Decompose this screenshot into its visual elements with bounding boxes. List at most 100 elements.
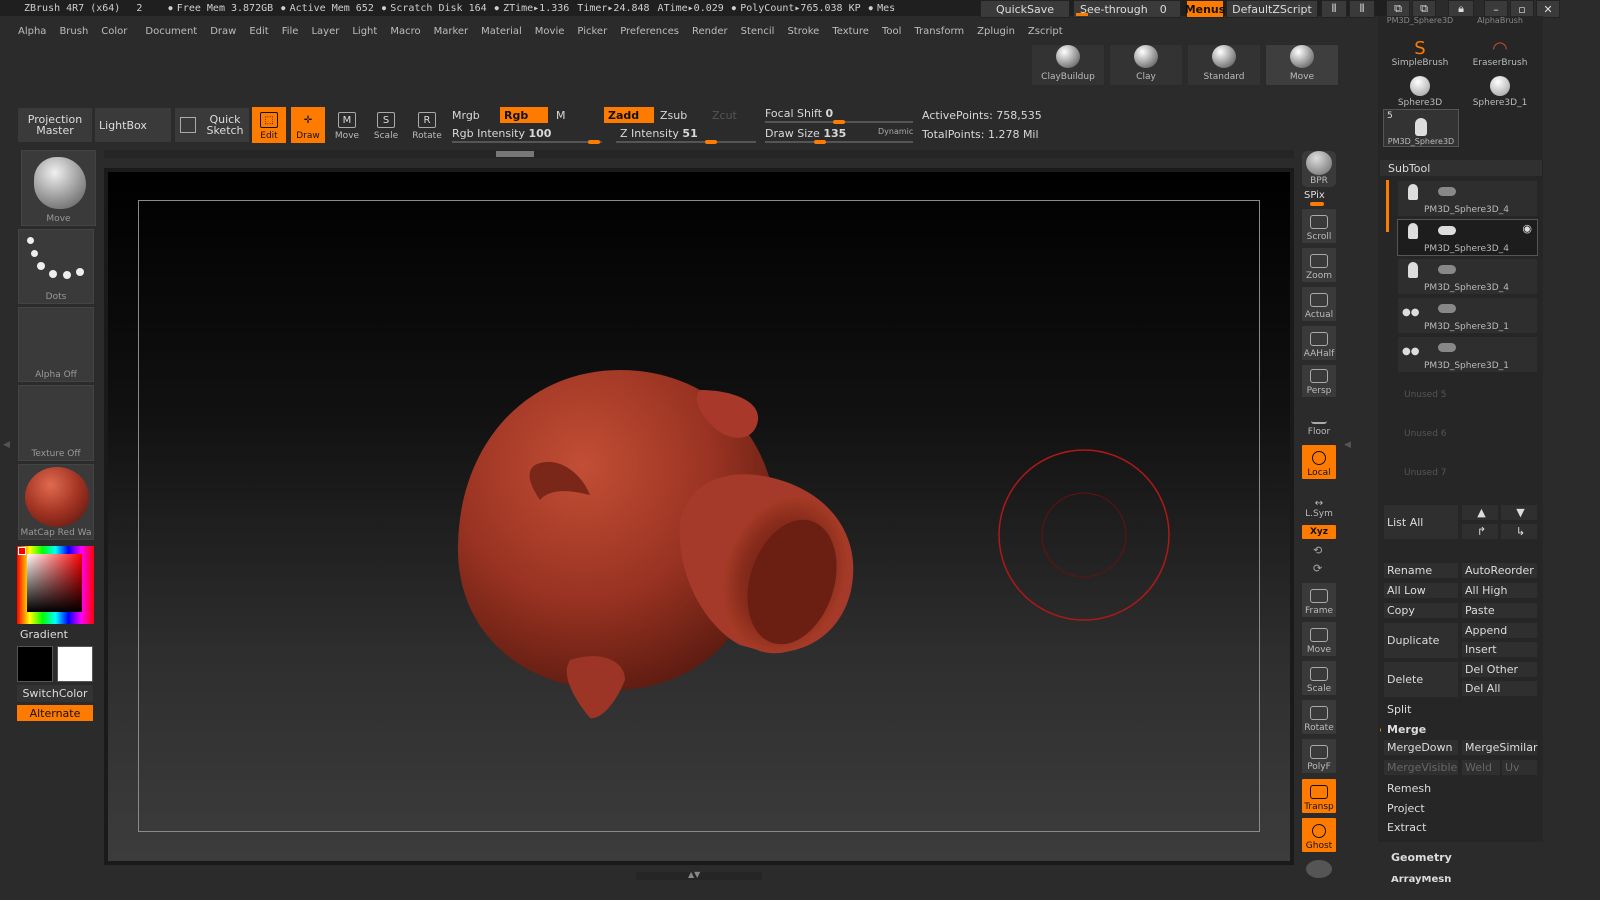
rgb-intensity-handle[interactable] [588,140,600,144]
menu-marker[interactable]: Marker [434,26,469,37]
merge-section[interactable]: Merge [1381,721,1541,738]
solo-dynamic-icon[interactable] [1306,860,1332,878]
menu-edit[interactable]: Edit [249,26,268,37]
subtool-row-5[interactable]: ●● PM3D_Sphere3D_1 [1397,336,1538,373]
subtool-scrollbar[interactable] [1386,180,1389,232]
alternate-button[interactable]: Alternate [17,705,93,721]
menu-movie[interactable]: Movie [535,26,565,37]
transp-button[interactable]: Transp [1301,778,1337,814]
actual-button[interactable]: Actual [1301,286,1337,322]
color-saturation-square[interactable] [27,554,82,612]
m-button[interactable]: M [556,109,566,122]
canvas-scroll-bottom[interactable]: ▲▼ [636,870,762,880]
frame-button[interactable]: Frame [1301,582,1337,618]
rotate-view-button[interactable]: Rotate [1301,699,1337,735]
current-brush-button[interactable]: Move [21,150,96,226]
mrgb-button[interactable]: Mrgb [452,109,480,122]
subtool-toggle-icon[interactable] [1438,304,1456,313]
subtool-row-4[interactable]: ●● PM3D_Sphere3D_1 [1397,297,1538,334]
all-low-button[interactable]: All Low [1383,582,1459,599]
insert-button[interactable]: Insert [1461,641,1538,658]
autoreorder-button[interactable]: AutoReorder [1461,562,1538,579]
z-intensity-slider[interactable]: Z Intensity 51 [620,127,698,140]
tool-thumb-pm3d[interactable]: PM3D_Sphere3D [1381,16,1459,30]
extract-section[interactable]: Extract [1381,819,1541,836]
polyf-button[interactable]: PolyF [1301,738,1337,774]
menu-stencil[interactable]: Stencil [741,26,775,37]
move-button[interactable]: M Move [330,107,364,143]
menu-tool[interactable]: Tool [882,26,901,37]
right-tray-toggle-icon[interactable]: ◀ [1344,440,1352,464]
brush-move[interactable]: Move [1265,44,1339,86]
tool-thumb-alphabrush[interactable]: AlphaBrush [1461,16,1539,30]
rgb-button[interactable]: Rgb [500,107,548,123]
ghost-button[interactable]: Ghost [1301,817,1337,853]
menu-render[interactable]: Render [692,26,728,37]
menu-zscript[interactable]: Zscript [1028,26,1063,37]
spix-slider[interactable]: SPix [1304,190,1325,201]
draw-size-handle[interactable] [814,140,826,144]
project-section[interactable]: Project [1381,800,1541,817]
subtool-toggle-icon[interactable] [1438,226,1456,235]
move-up-arrow-icon[interactable]: ▲ [1461,504,1499,521]
zoom-button[interactable]: Zoom [1301,247,1337,283]
menu-file[interactable]: File [282,26,299,37]
tool-thumb-sphere3d[interactable]: Sphere3D [1381,70,1459,108]
tool-thumb-pm3d-current[interactable]: 5 PM3D_Sphere3D [1383,109,1459,147]
delete-button[interactable]: Delete [1383,661,1459,698]
canvas-scroll-handle[interactable] [496,151,534,157]
menu-draw[interactable]: Draw [210,26,236,37]
local-button[interactable]: Local [1301,444,1337,480]
draw-size-slider[interactable]: Draw Size 135 [765,127,846,140]
menu-preferences[interactable]: Preferences [620,26,679,37]
draw-button[interactable]: ✛ Draw [291,107,325,143]
subtool-toggle-icon[interactable] [1438,187,1456,196]
default-zscript-button[interactable]: DefaultZScript [1226,0,1318,18]
del-all-button[interactable]: Del All [1461,680,1538,697]
menus-button[interactable]: Menus [1185,0,1225,18]
focal-shift-slider[interactable]: Focal Shift 0 [765,107,833,120]
rotate-axis-2-icon[interactable]: ⟳ [1313,562,1322,575]
zcut-button[interactable]: Zcut [712,109,737,122]
persp-button[interactable]: Persp [1301,364,1337,398]
rename-button[interactable]: Rename [1383,562,1459,579]
xyz-button[interactable]: Xyz [1301,524,1337,540]
subtool-header[interactable]: SubTool [1380,160,1542,176]
menu-color[interactable]: Color [101,26,127,37]
interface-height-icon[interactable]: ⦀ [1349,0,1375,18]
tool-thumb-simplebrush[interactable]: S SimpleBrush [1381,30,1459,69]
menu-texture[interactable]: Texture [832,26,869,37]
menu-macro[interactable]: Macro [390,26,420,37]
move-to-top-arrow-icon[interactable]: ↱ [1461,523,1499,540]
alpha-button[interactable]: Alpha Off [18,307,94,382]
all-high-button[interactable]: All High [1461,582,1538,599]
zsub-button[interactable]: Zsub [660,109,687,122]
zadd-button[interactable]: Zadd [604,107,654,123]
menu-zplugin[interactable]: Zplugin [977,26,1015,37]
rotate-axis-icon[interactable]: ⟲ [1313,544,1322,557]
lightbox-button[interactable]: LightBox [95,108,171,142]
projection-master-button[interactable]: Projection Master [18,108,92,142]
move-down-arrow-icon[interactable]: ▼ [1500,504,1538,521]
sculpted-model[interactable] [440,360,880,740]
weld-button[interactable]: Weld [1461,759,1501,776]
move-to-bottom-arrow-icon[interactable]: ↳ [1500,523,1538,540]
edit-button[interactable]: ⬚ Edit [252,107,286,143]
menu-picker[interactable]: Picker [577,26,607,37]
subtool-row-2[interactable]: ◉ PM3D_Sphere3D_4 [1397,219,1538,256]
stroke-button[interactable]: Dots [18,229,94,304]
subtool-row-1[interactable]: PM3D_Sphere3D_4 [1397,180,1538,217]
geometry-header[interactable]: Geometry [1391,851,1452,864]
subtool-toggle-icon[interactable] [1438,343,1456,352]
material-button[interactable]: MatCap Red Wa [18,464,94,540]
tool-thumb-sphere3d-1[interactable]: Sphere3D_1 [1461,70,1539,108]
menu-material[interactable]: Material [481,26,522,37]
quick-sketch-button[interactable]: Quick Sketch [175,108,249,142]
secondary-color-swatch[interactable] [57,646,93,682]
gradient-label[interactable]: Gradient [20,628,68,641]
paste-button[interactable]: Paste [1461,602,1538,619]
tool-thumb-eraserbrush[interactable]: ◠ EraserBrush [1461,30,1539,69]
mergesimilar-button[interactable]: MergeSimilar [1461,739,1538,756]
mergedown-button[interactable]: MergeDown [1383,739,1459,756]
z-intensity-handle[interactable] [705,140,717,144]
